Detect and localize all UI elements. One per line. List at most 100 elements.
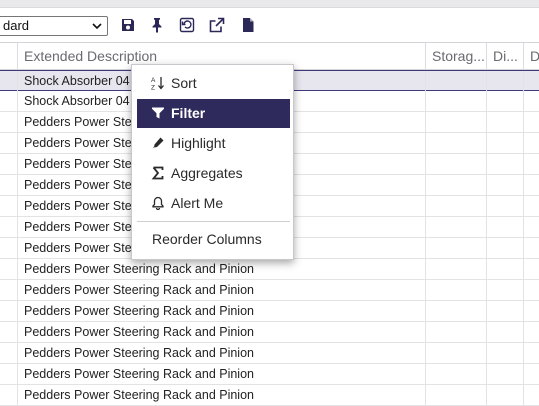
svg-text:A: A (151, 77, 156, 84)
restore-icon[interactable] (179, 17, 195, 33)
di-cell[interactable] (487, 259, 524, 279)
menu-item-alert-me[interactable]: Alert Me (137, 189, 290, 218)
column-header-storage[interactable]: Storag... (426, 43, 487, 70)
d-cell[interactable] (524, 217, 539, 237)
di-cell[interactable] (487, 343, 524, 363)
table-row[interactable]: Pedders Power Steering Rack and Pinion (0, 322, 539, 343)
di-cell[interactable] (487, 91, 524, 111)
pin-icon[interactable] (149, 17, 165, 33)
row-select-cell[interactable] (0, 238, 18, 258)
di-cell[interactable] (487, 385, 524, 405)
di-cell[interactable] (487, 238, 524, 258)
d-cell[interactable] (524, 175, 539, 195)
row-select-cell[interactable] (0, 154, 18, 174)
menu-item-filter[interactable]: Filter (137, 99, 290, 128)
table-row[interactable]: Pedders Power Steering Rack and Pinion (0, 280, 539, 301)
di-cell[interactable] (487, 301, 524, 321)
d-cell[interactable] (524, 280, 539, 300)
di-cell[interactable] (487, 196, 524, 216)
storage-cell[interactable] (426, 217, 487, 237)
row-select-cell[interactable] (0, 175, 18, 195)
d-cell[interactable] (524, 385, 539, 405)
table-row[interactable]: Pedders Power Steering Rack and Pinion (0, 343, 539, 364)
di-cell[interactable] (487, 364, 524, 384)
table-row[interactable]: Pedders Power Steering Rack and Pinion (0, 364, 539, 385)
table-row[interactable]: Pedders Power Steering Rack and Pinion (0, 259, 539, 280)
extended-description-cell[interactable]: Pedders Power Steering Rack and Pinion (18, 259, 426, 279)
row-select-cell[interactable] (0, 133, 18, 153)
storage-cell[interactable] (426, 238, 487, 258)
di-cell[interactable] (487, 175, 524, 195)
row-select-cell[interactable] (0, 259, 18, 279)
menu-item-highlight[interactable]: Highlight (137, 129, 290, 158)
d-cell[interactable] (524, 154, 539, 174)
save-icon[interactable] (120, 17, 136, 33)
d-cell[interactable] (524, 91, 539, 111)
column-header-d[interactable]: D (524, 43, 539, 70)
row-select-cell[interactable] (0, 385, 18, 405)
table-row[interactable]: Pedders Power Steering Rack and Pinion (0, 385, 539, 406)
document-icon[interactable] (240, 17, 256, 33)
row-select-cell[interactable] (0, 322, 18, 342)
view-select[interactable]: dard (0, 16, 108, 36)
storage-cell[interactable] (426, 280, 487, 300)
storage-cell[interactable] (426, 259, 487, 279)
d-cell[interactable] (524, 71, 539, 91)
d-cell[interactable] (524, 196, 539, 216)
extended-description-cell[interactable]: Pedders Power Steering Rack and Pinion (18, 364, 426, 384)
di-cell[interactable] (487, 71, 524, 91)
d-cell[interactable] (524, 301, 539, 321)
row-select-cell[interactable] (0, 196, 18, 216)
extended-description-cell[interactable]: Pedders Power Steering Rack and Pinion (18, 343, 426, 363)
storage-cell[interactable] (426, 364, 487, 384)
extended-description-cell[interactable]: Pedders Power Steering Rack and Pinion (18, 301, 426, 321)
storage-cell[interactable] (426, 91, 487, 111)
di-cell[interactable] (487, 112, 524, 132)
storage-cell[interactable] (426, 385, 487, 405)
d-cell[interactable] (524, 238, 539, 258)
row-select-cell[interactable] (0, 301, 18, 321)
d-cell[interactable] (524, 322, 539, 342)
storage-cell[interactable] (426, 343, 487, 363)
row-select-cell[interactable] (0, 91, 18, 111)
extended-description-cell[interactable]: Pedders Power Steering Rack and Pinion (18, 322, 426, 342)
di-cell[interactable] (487, 217, 524, 237)
d-cell[interactable] (524, 112, 539, 132)
row-select-cell[interactable] (0, 112, 18, 132)
d-cell[interactable] (524, 133, 539, 153)
column-header-row-select[interactable] (0, 43, 18, 70)
storage-cell[interactable] (426, 112, 487, 132)
column-header-di[interactable]: Di... (487, 43, 524, 70)
menu-item-reorder-columns[interactable]: Reorder Columns (137, 225, 290, 254)
storage-cell[interactable] (426, 301, 487, 321)
row-select-cell[interactable] (0, 364, 18, 384)
d-cell[interactable] (524, 364, 539, 384)
di-cell[interactable] (487, 154, 524, 174)
view-select-value: dard (3, 18, 30, 33)
row-select-cell[interactable] (0, 343, 18, 363)
storage-cell[interactable] (426, 322, 487, 342)
storage-cell[interactable] (426, 71, 487, 91)
bell-icon (151, 196, 165, 210)
d-cell[interactable] (524, 343, 539, 363)
di-cell[interactable] (487, 133, 524, 153)
d-cell[interactable] (524, 259, 539, 279)
row-select-cell[interactable] (0, 217, 18, 237)
table-row[interactable]: Pedders Power Steering Rack and Pinion (0, 301, 539, 322)
filter-icon (151, 106, 165, 120)
row-select-cell[interactable] (0, 71, 18, 91)
extended-description-cell[interactable]: Pedders Power Steering Rack and Pinion (18, 280, 426, 300)
row-select-cell[interactable] (0, 280, 18, 300)
menu-item-sort[interactable]: AZ Sort (137, 69, 290, 98)
storage-cell[interactable] (426, 133, 487, 153)
storage-cell[interactable] (426, 154, 487, 174)
menu-item-aggregates[interactable]: Aggregates (137, 159, 290, 188)
export-icon[interactable] (209, 17, 225, 33)
storage-cell[interactable] (426, 175, 487, 195)
svg-text:Z: Z (151, 85, 155, 91)
di-cell[interactable] (487, 280, 524, 300)
menu-item-reorder-columns-label: Reorder Columns (152, 231, 262, 247)
storage-cell[interactable] (426, 196, 487, 216)
extended-description-cell[interactable]: Pedders Power Steering Rack and Pinion (18, 385, 426, 405)
di-cell[interactable] (487, 322, 524, 342)
